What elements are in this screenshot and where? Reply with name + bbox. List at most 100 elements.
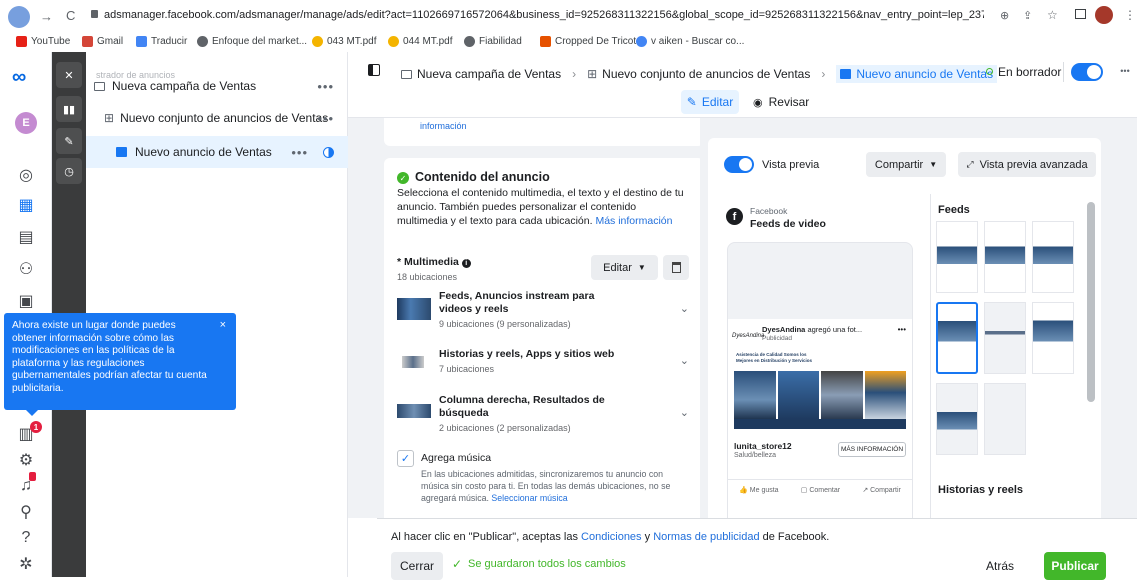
bookmark-tricot[interactable]: Cropped De Tricot... (540, 36, 644, 47)
bookmark-youtube[interactable]: YouTube (16, 36, 70, 47)
tab-edit[interactable]: ✎ Editar (681, 90, 739, 114)
publish-button[interactable]: Publicar (1044, 552, 1106, 580)
music-checkbox[interactable]: ✓ (397, 450, 414, 467)
profile-circle[interactable] (8, 6, 30, 28)
ad-icon (840, 69, 852, 79)
history-clock-icon[interactable]: ◷ (56, 158, 82, 184)
crumb-campaign[interactable]: Nueva campaña de Ventas (417, 67, 561, 81)
thumb-grid (936, 221, 1084, 461)
placement-thumb[interactable] (1032, 302, 1074, 374)
user-avatar-icon[interactable] (1095, 6, 1113, 24)
tree-item-ad[interactable]: Nuevo anuncio de Ventas ••• (86, 136, 348, 168)
toggle-sidebar-icon[interactable] (368, 64, 380, 76)
menu-kebab-icon[interactable]: ⋮ (1124, 8, 1136, 22)
documents-icon[interactable]: ▤ (16, 227, 36, 247)
breadcrumb: Nueva campaña de Ventas › ⊞ Nuevo conjun… (401, 65, 998, 83)
address-bar[interactable]: adsmanager.facebook.com/adsmanager/manag… (104, 9, 984, 23)
chart-icon[interactable]: ▮▮ (56, 96, 82, 122)
bookmark-043[interactable]: 043 MT.pdf (312, 36, 376, 47)
bookmark-aiken[interactable]: v aiken - Buscar co... (636, 36, 744, 47)
ad-headline: Asistencia de Calidad Somos los Mejores … (736, 352, 813, 363)
thumb-scrollbar[interactable] (1087, 202, 1095, 402)
chevron-down-icon[interactable]: ⌄ (680, 354, 689, 367)
post-more-icon[interactable]: ••• (898, 325, 906, 334)
placement-thumb-selected[interactable] (936, 302, 978, 374)
bookmark-market[interactable]: Enfoque del market... (197, 36, 307, 47)
more-info-link[interactable]: Más información (595, 215, 672, 227)
placement-thumb[interactable] (984, 383, 1026, 455)
media-library-icon[interactable]: ▣ (16, 291, 36, 311)
caret-down-icon: ▼ (637, 263, 646, 272)
preview-toggle[interactable] (724, 156, 754, 173)
select-music-link[interactable]: Seleccionar música (491, 493, 567, 503)
publish-toggle[interactable] (1071, 63, 1103, 81)
bookmark-translate[interactable]: Traducir (136, 36, 187, 47)
edit-media-button[interactable]: Editar ▼ (591, 255, 658, 280)
install-icon[interactable]: ⊕ (1000, 9, 1009, 22)
search-icon[interactable]: ⚲ (16, 502, 36, 522)
placement-row-feeds[interactable]: Feeds, Anuncios instream para videos y r… (397, 290, 689, 334)
advanced-preview-button[interactable]: ⤢ Vista previa avanzada (958, 152, 1096, 177)
placement-row-column[interactable]: Columna derecha, Resultados de búsqueda … (397, 394, 689, 438)
bug-report-icon[interactable]: ✲ (16, 554, 36, 574)
tab-review[interactable]: ◉ Revisar (753, 90, 813, 114)
tree-item-campaign[interactable]: Nueva campaña de Ventas ••• (86, 70, 348, 102)
post-author: DyesAndina agregó una fot... (762, 325, 863, 334)
delete-media-button[interactable] (663, 255, 689, 280)
crumb-ad[interactable]: Nuevo anuncio de Ventas (836, 65, 998, 83)
comment-action[interactable]: ▢ Comentar (801, 486, 840, 494)
bookmark-044[interactable]: 044 MT.pdf (388, 36, 452, 47)
info-icon[interactable]: i (461, 259, 471, 268)
share-icon[interactable]: ⇪ (1023, 9, 1032, 22)
bookmark-gmail[interactable]: Gmail (82, 36, 123, 47)
placement-thumb[interactable] (936, 383, 978, 455)
forward-icon[interactable]: → (40, 9, 53, 24)
reload-icon[interactable]: C (66, 8, 75, 23)
info-link[interactable]: información (420, 121, 467, 131)
campaign-more-icon[interactable]: ••• (317, 79, 334, 94)
placement-thumb[interactable] (984, 221, 1026, 293)
bookmark-fiabilidad[interactable]: Fiabilidad (464, 36, 522, 47)
tree-item-adset[interactable]: ⊞ Nuevo conjunto de anuncios de Ventas •… (86, 102, 348, 134)
edit-pencil-icon[interactable]: ✎ (56, 128, 82, 154)
sidepanel-icon[interactable] (1075, 9, 1086, 19)
ad-more-icon[interactable]: ••• (291, 145, 308, 160)
chevron-down-icon[interactable]: ⌄ (680, 406, 689, 419)
terms-link[interactable]: Condiciones (581, 531, 642, 543)
thumbnail-image (397, 298, 431, 320)
status-badge: En borrador (998, 65, 1062, 79)
link-title: lunita_store12 (734, 441, 792, 451)
crumb-adset[interactable]: Nuevo conjunto de anuncios de Ventas (602, 67, 810, 81)
placement-thumb[interactable] (1032, 221, 1074, 293)
star-icon[interactable]: ☆ (1047, 8, 1058, 22)
meta-logo-icon[interactable]: ∞ (12, 66, 26, 89)
ad-content-card: ✓ Contenido del anuncio Selecciona el co… (384, 158, 704, 558)
share-button[interactable]: Compartir ▼ (866, 152, 946, 177)
back-button[interactable]: Atrás (975, 552, 1025, 580)
audiences-icon[interactable]: ⚇ (16, 259, 36, 279)
terms-text: Al hacer clic en "Publicar", aceptas las… (391, 531, 830, 543)
section-description: Selecciona el contenido multimedia, el t… (397, 186, 689, 228)
placement-thumb[interactable] (936, 221, 978, 293)
placement-thumb[interactable] (984, 302, 1026, 374)
settings-gear-icon[interactable]: ⚙ (16, 450, 36, 470)
more-button[interactable]: ••• (1116, 60, 1134, 82)
chevron-down-icon[interactable]: ⌄ (680, 302, 689, 315)
close-button[interactable]: Cerrar (391, 552, 443, 580)
placement-row-stories[interactable]: Historias y reels, Apps y sitios web 7 u… (397, 348, 689, 384)
ad-policy-link[interactable]: Normas de publicidad (653, 531, 759, 543)
folder-icon (401, 69, 412, 79)
adset-more-icon[interactable]: ••• (317, 111, 334, 126)
cta-button[interactable]: MÁS INFORMACIÓN (838, 442, 906, 457)
help-icon[interactable]: ? (16, 528, 36, 548)
share-action[interactable]: ↗ Compartir (862, 486, 901, 494)
close-icon[interactable]: ✕ (56, 62, 82, 88)
tree-adset-label: Nuevo conjunto de anuncios de Ventas (120, 111, 329, 125)
avatar[interactable]: E (15, 112, 37, 134)
like-action[interactable]: 👍 Me gusta (739, 486, 778, 494)
dashboard-icon[interactable]: ◎ (16, 165, 36, 185)
caret-down-icon: ▼ (929, 160, 938, 169)
sponsored-label: Publicidad (762, 335, 792, 342)
campaigns-table-icon[interactable]: ▦ (16, 195, 36, 215)
tooltip-close-icon[interactable]: × (220, 319, 226, 332)
